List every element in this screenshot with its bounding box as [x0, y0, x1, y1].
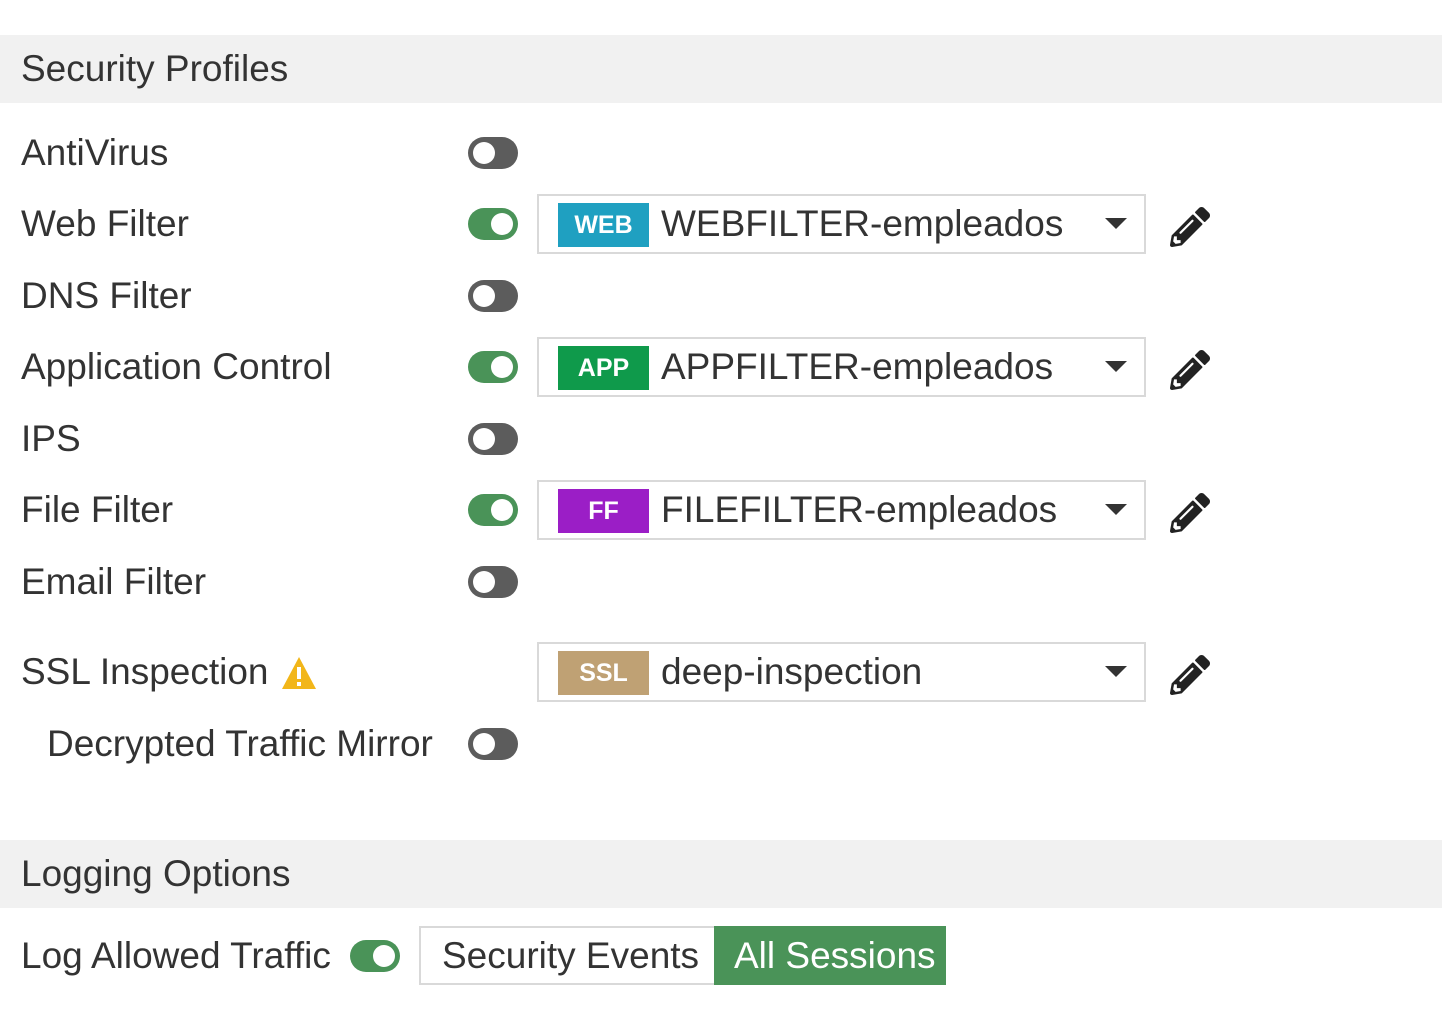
- log-allowed-traffic-toggle[interactable]: [350, 940, 400, 972]
- app-badge: APP: [558, 346, 649, 390]
- application-control-profile-value: APPFILTER-empleados: [661, 346, 1054, 387]
- ssl-inspection-profile-select[interactable]: SSL deep-inspection: [537, 642, 1146, 702]
- ssl-inspection-label: SSL Inspection: [21, 651, 269, 692]
- caret-down-icon: [1105, 361, 1127, 372]
- ssl-inspection-profile-value: deep-inspection: [661, 651, 923, 692]
- toggle-knob: [473, 285, 495, 307]
- dns-filter-toggle[interactable]: [468, 280, 518, 312]
- pencil-icon[interactable]: [1170, 493, 1210, 533]
- pencil-icon[interactable]: [1170, 350, 1210, 390]
- toggle-knob: [491, 499, 513, 521]
- file-filter-profile-value: FILEFILTER-empleados: [661, 489, 1058, 530]
- pencil-icon[interactable]: [1170, 207, 1210, 247]
- dns-filter-row: DNS Filter: [0, 266, 1442, 326]
- caret-down-icon: [1105, 218, 1127, 229]
- file-filter-label: File Filter: [21, 489, 174, 530]
- file-filter-row: File Filter FF FILEFILTER-empleados: [0, 480, 1442, 540]
- toggle-knob: [473, 733, 495, 755]
- caret-down-icon: [1105, 666, 1127, 677]
- decrypted-traffic-mirror-label: Decrypted Traffic Mirror: [47, 723, 433, 764]
- antivirus-row: AntiVirus: [0, 123, 1442, 183]
- dns-filter-label: DNS Filter: [21, 275, 192, 316]
- toggle-knob: [491, 356, 513, 378]
- email-filter-toggle[interactable]: [468, 566, 518, 598]
- security-events-option[interactable]: Security Events: [419, 926, 715, 985]
- file-filter-toggle[interactable]: [468, 494, 518, 526]
- toggle-knob: [473, 142, 495, 164]
- pencil-icon[interactable]: [1170, 655, 1210, 695]
- caret-down-icon: [1105, 504, 1127, 515]
- antivirus-toggle[interactable]: [468, 137, 518, 169]
- web-filter-toggle[interactable]: [468, 208, 518, 240]
- security-profiles-header: Security Profiles: [0, 35, 1442, 103]
- ff-badge: FF: [558, 489, 649, 533]
- decrypted-traffic-mirror-row: Decrypted Traffic Mirror: [0, 714, 1442, 774]
- security-profiles-title: Security Profiles: [21, 48, 289, 89]
- toggle-knob: [473, 571, 495, 593]
- toggle-knob: [473, 428, 495, 450]
- ssl-badge: SSL: [558, 651, 649, 695]
- logging-options-title: Logging Options: [21, 853, 291, 894]
- file-filter-profile-select[interactable]: FF FILEFILTER-empleados: [537, 480, 1146, 540]
- web-badge: WEB: [558, 203, 649, 247]
- warning-icon: [281, 657, 316, 689]
- ips-row: IPS: [0, 409, 1442, 469]
- all-sessions-option[interactable]: All Sessions: [714, 926, 946, 985]
- email-filter-label: Email Filter: [21, 561, 207, 602]
- application-control-row: Application Control APP APPFILTER-emplea…: [0, 337, 1442, 397]
- application-control-label: Application Control: [21, 346, 332, 387]
- email-filter-row: Email Filter: [0, 552, 1442, 612]
- ssl-inspection-row: SSL Inspection SSL deep-inspection: [0, 642, 1442, 702]
- log-allowed-traffic-label: Log Allowed Traffic: [21, 935, 331, 976]
- decrypted-traffic-mirror-toggle[interactable]: [468, 728, 518, 760]
- ssl-inspection-label-group: SSL Inspection: [21, 642, 317, 702]
- ips-label: IPS: [21, 418, 81, 459]
- web-filter-profile-value: WEBFILTER-empleados: [661, 203, 1064, 244]
- web-filter-profile-select[interactable]: WEB WEBFILTER-empleados: [537, 194, 1146, 254]
- ips-toggle[interactable]: [468, 423, 518, 455]
- application-control-toggle[interactable]: [468, 351, 518, 383]
- antivirus-label: AntiVirus: [21, 132, 169, 173]
- logging-options-header: Logging Options: [0, 840, 1442, 908]
- web-filter-label: Web Filter: [21, 203, 189, 244]
- web-filter-row: Web Filter WEB WEBFILTER-empleados: [0, 194, 1442, 254]
- toggle-knob: [491, 213, 513, 235]
- application-control-profile-select[interactable]: APP APPFILTER-empleados: [537, 337, 1146, 397]
- toggle-knob: [373, 945, 395, 967]
